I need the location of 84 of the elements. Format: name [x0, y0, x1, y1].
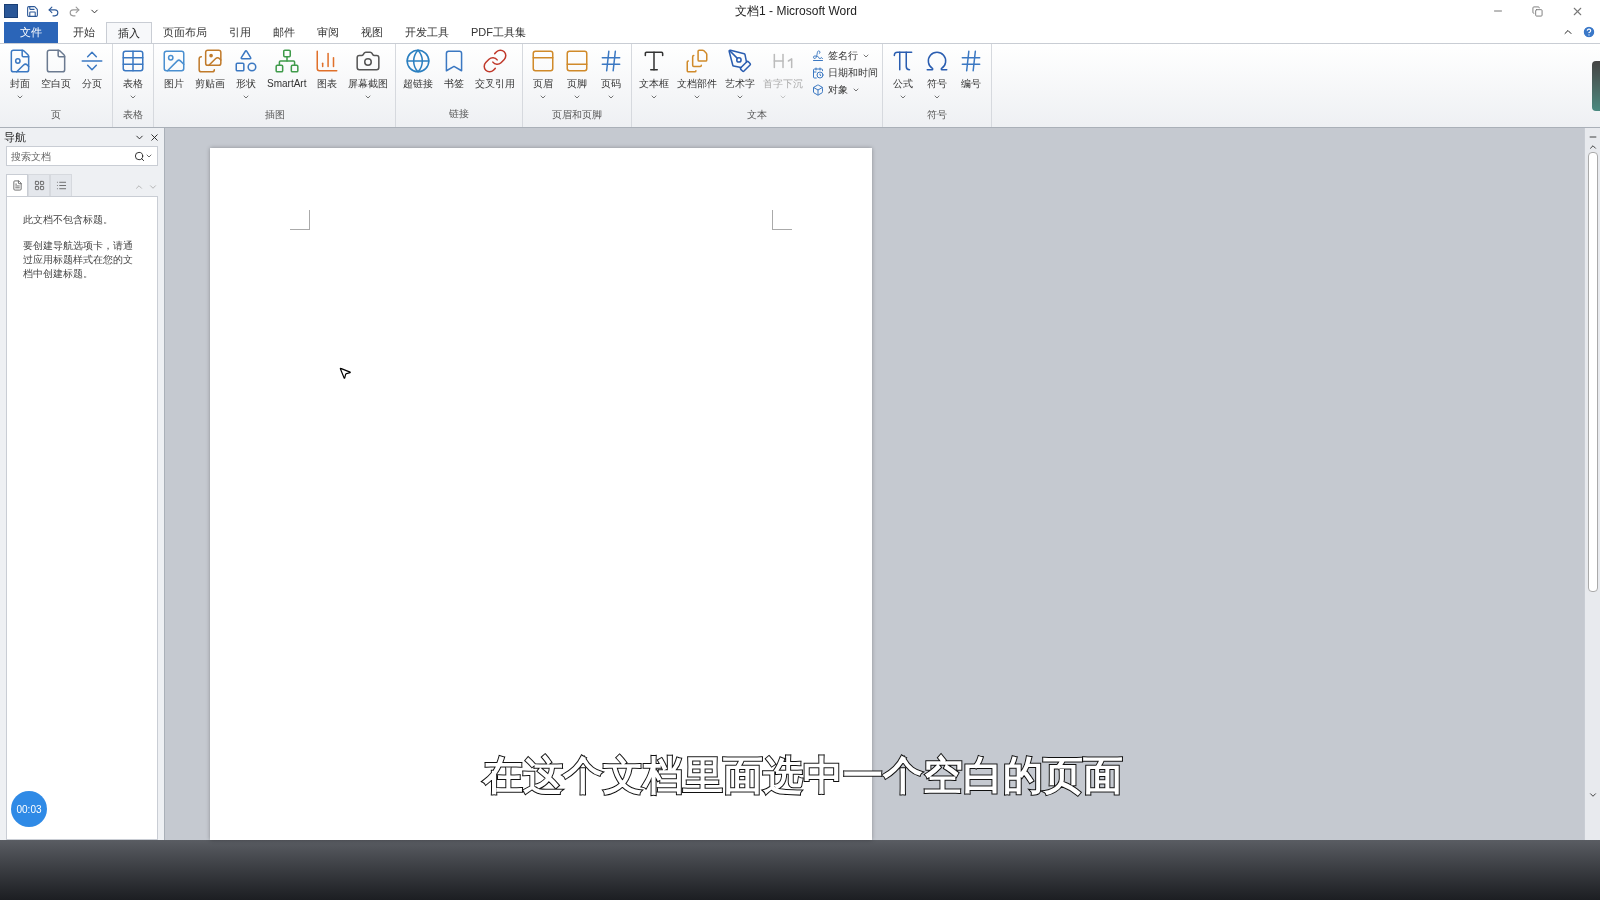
- ribbon-button[interactable]: 页脚: [561, 48, 594, 101]
- stacked-pages-icon: [684, 48, 711, 74]
- group-label: 文本: [747, 109, 768, 120]
- ribbon-button[interactable]: 屏幕截图: [345, 48, 392, 101]
- ribbon-tab[interactable]: 页面布局: [152, 22, 218, 43]
- group-label: 插图: [264, 109, 285, 120]
- ribbon-button[interactable]: 空白页: [38, 48, 74, 101]
- headings-view-icon: [11, 180, 23, 191]
- ribbon-button[interactable]: 形状: [230, 48, 262, 101]
- save-icon[interactable]: [26, 4, 39, 18]
- ribbon-button[interactable]: 超链接: [400, 48, 437, 100]
- ribbon-button[interactable]: 文本框: [636, 48, 673, 101]
- close-icon[interactable]: [149, 131, 160, 143]
- redo-icon[interactable]: [68, 4, 81, 18]
- ribbon-tab[interactable]: 开始: [62, 22, 106, 43]
- ribbon-small-button[interactable]: 签名行: [812, 48, 879, 63]
- object-icon: [812, 83, 825, 96]
- ribbon-button[interactable]: 符号: [921, 48, 954, 101]
- footer-icon: [564, 48, 591, 74]
- ribbon-small-button[interactable]: 对象: [812, 82, 879, 97]
- picture-icon: [161, 48, 187, 74]
- search-input[interactable]: 搜索文档: [11, 148, 134, 164]
- ribbon-button[interactable]: SmartArt: [264, 48, 310, 101]
- ribbon-button[interactable]: 页码: [595, 48, 628, 101]
- ribbon-tab[interactable]: 引用: [218, 22, 262, 43]
- window-title: 文档1 - Microsoft Word: [735, 3, 857, 20]
- timer-badge: 00:03: [11, 791, 47, 827]
- ribbon-button[interactable]: 分页: [76, 48, 108, 101]
- ribbon-button[interactable]: 图表: [311, 48, 344, 101]
- pane-title: 导航: [4, 129, 26, 145]
- ribbon-tab[interactable]: 邮件: [262, 22, 306, 43]
- ribbon-tab[interactable]: PDF工具集: [460, 22, 537, 43]
- caret-icon[interactable]: [145, 152, 153, 160]
- margin-corner-icon: [290, 210, 310, 230]
- level-meter-drawing: [1592, 60, 1600, 111]
- group-label: 页: [51, 109, 61, 120]
- table-icon: [120, 48, 146, 74]
- restore-icon[interactable]: [1532, 5, 1543, 17]
- ribbon-button[interactable]: 文档部件: [674, 48, 721, 101]
- file-tab[interactable]: 文件: [4, 22, 58, 43]
- ribbon-button[interactable]: 公式: [887, 48, 920, 101]
- ribbon-button[interactable]: 书签: [438, 48, 471, 100]
- ribbon-button[interactable]: 表格: [117, 48, 149, 101]
- pane-message: 此文档不包含标题。: [23, 213, 114, 227]
- search-icon[interactable]: [134, 150, 145, 162]
- ribbon-tab[interactable]: 开发工具: [394, 22, 460, 43]
- calendar-icon: [812, 66, 825, 79]
- globe-icon: [405, 48, 432, 74]
- header-icon: [530, 48, 557, 74]
- view-tab[interactable]: [6, 174, 28, 196]
- view-tab[interactable]: [28, 174, 50, 196]
- group-label: 表格: [123, 109, 143, 120]
- group-label: 页眉和页脚: [552, 109, 603, 120]
- signature-icon: [812, 49, 825, 62]
- ribbon-button[interactable]: 交叉引用: [472, 48, 519, 100]
- scroll-thumb[interactable]: [1587, 152, 1598, 592]
- scroll-up-icon[interactable]: [1587, 142, 1598, 152]
- clip-art-icon: [197, 48, 223, 74]
- group-label: 链接: [449, 108, 470, 119]
- ribbon-button[interactable]: 图片: [158, 48, 190, 101]
- ribbon-button[interactable]: 剪贴画: [192, 48, 228, 101]
- list-view-icon: [55, 180, 67, 191]
- ribbon-button[interactable]: 封面: [4, 48, 36, 101]
- ribbon-tab[interactable]: 插入: [106, 22, 152, 43]
- ribbon-tab[interactable]: 审阅: [306, 22, 350, 43]
- pane-message: 要创建导航选项卡，请通过应用标题样式在您的文档中创建标题。: [23, 239, 134, 281]
- diagram-icon: [273, 48, 300, 74]
- thumbnails-view-icon: [33, 180, 45, 191]
- scroll-down-icon[interactable]: [1587, 790, 1598, 800]
- ribbon-button[interactable]: 编号: [955, 48, 988, 101]
- ribbon-button[interactable]: 页眉: [527, 48, 560, 101]
- margin-corner-icon: [772, 210, 792, 230]
- shapes-icon: [233, 48, 259, 74]
- undo-icon[interactable]: [47, 4, 60, 18]
- pen-icon: [727, 48, 754, 74]
- ribbon-tab[interactable]: 视图: [350, 22, 394, 43]
- help-icon[interactable]: [1582, 25, 1596, 39]
- view-tab[interactable]: [50, 174, 72, 196]
- mouse-pointer-icon: [338, 366, 352, 380]
- group-label: 符号: [927, 109, 948, 120]
- link-icon: [482, 48, 509, 74]
- ribbon-button[interactable]: 艺术字: [722, 48, 759, 101]
- ribbon-small-button[interactable]: 日期和时间: [812, 65, 879, 80]
- search-field[interactable]: 搜索文档: [6, 146, 158, 166]
